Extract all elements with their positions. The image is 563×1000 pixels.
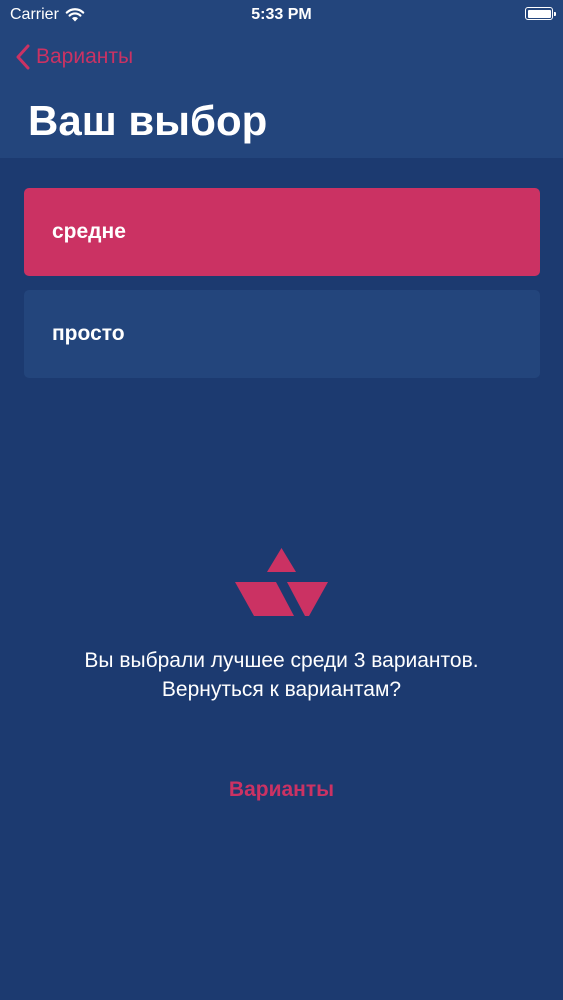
chevron-left-icon xyxy=(16,44,30,70)
back-to-options-button[interactable]: Варианты xyxy=(0,778,563,802)
back-button-label: Варианты xyxy=(36,45,134,68)
page-title: Ваш выбор xyxy=(28,97,268,144)
battery-icon xyxy=(525,7,556,20)
option-item[interactable]: просто xyxy=(24,290,540,378)
status-bar: Carrier 5:33 PM xyxy=(0,0,563,30)
option-item-selected[interactable]: средне xyxy=(24,188,540,276)
status-time: 5:33 PM xyxy=(251,6,312,23)
back-button[interactable]: Варианты xyxy=(16,42,133,72)
option-label: средне xyxy=(52,220,126,243)
option-label: просто xyxy=(52,322,125,345)
logo-icon xyxy=(235,548,328,616)
result-message: Вы выбрали лучшее среди 3 вариантов. Вер… xyxy=(84,649,479,701)
